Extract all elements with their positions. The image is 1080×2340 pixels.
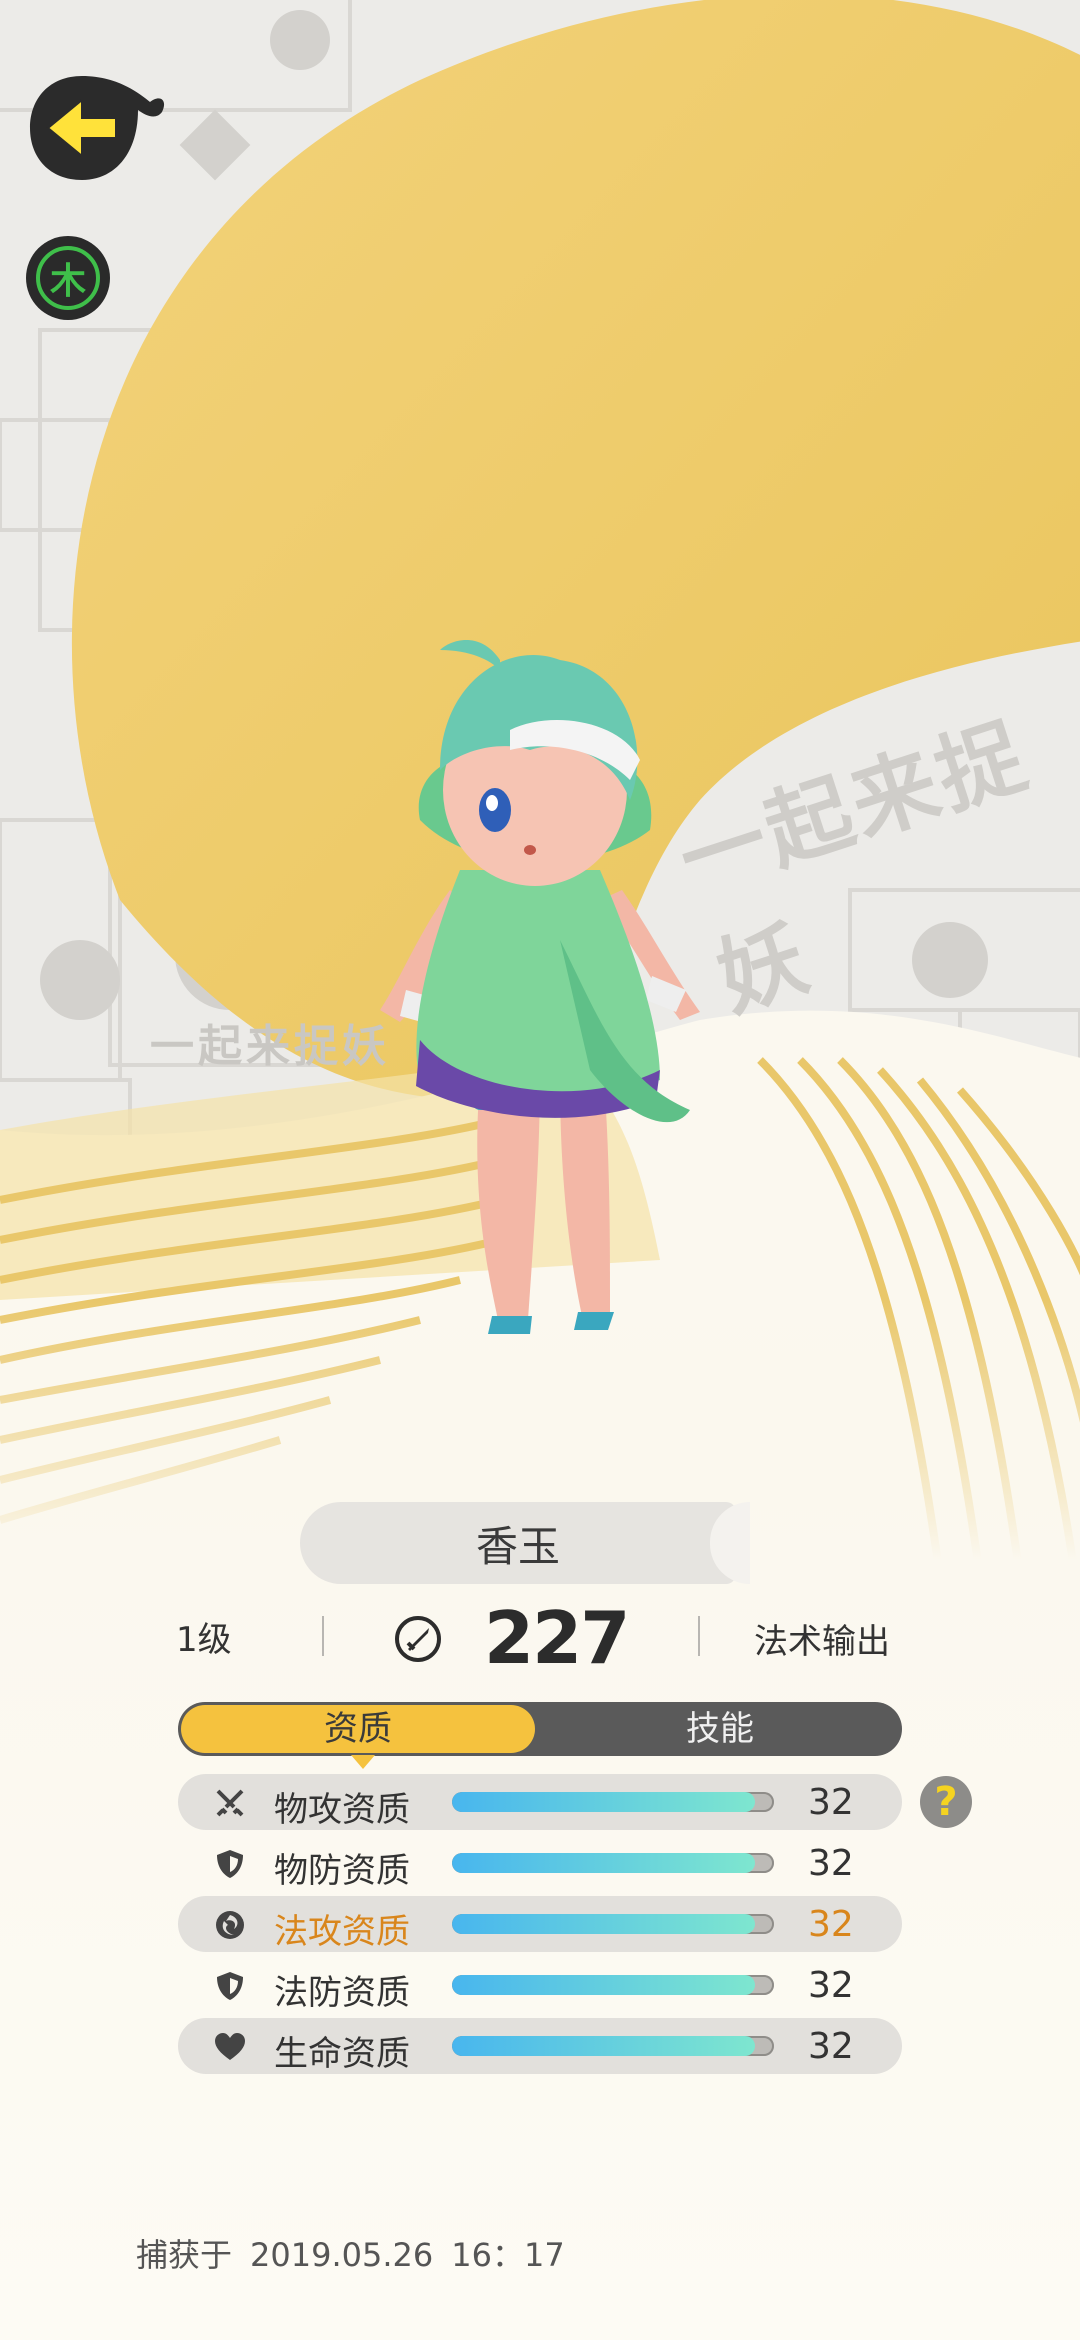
aptitude-list: 物攻资质 32 物防资质 32 法攻资质 32 法防资质 32 生命资质 32 [178, 1774, 902, 2079]
help-question-icon[interactable]: ? [920, 1776, 972, 1828]
aptitude-value: 32 [808, 1782, 854, 1823]
aptitude-bar [452, 1853, 774, 1873]
swords-icon [216, 1789, 244, 1817]
aptitude-bar [452, 1914, 774, 1934]
watermark-text: 一起来捉妖 [150, 1021, 390, 1072]
aptitude-bar [452, 2036, 774, 2056]
shield-icon [217, 1972, 243, 2000]
pet-character [380, 640, 700, 1334]
aptitude-value: 32 [808, 1965, 854, 2006]
wood-element-icon: 木 [36, 246, 100, 310]
aptitude-row: 物防资质 32 [178, 1835, 902, 1891]
aptitude-row: 法防资质 32 [178, 1957, 902, 2013]
pet-level: 1级 [176, 1620, 232, 1660]
capture-info: 捕获于 2019.05.26 16：17 [136, 2230, 583, 2276]
aptitude-value: 32 [808, 1904, 854, 1945]
aptitude-label: 物防资质 [274, 1851, 410, 1891]
tab-skills[interactable]: 技能 [538, 1702, 902, 1756]
aptitude-value: 32 [808, 1843, 854, 1884]
shield-icon [217, 1850, 243, 1878]
heart-icon [215, 2033, 245, 2060]
combat-power-icon [395, 1616, 441, 1662]
pet-role: 法术输出 [754, 1622, 890, 1662]
aptitude-bar [452, 1792, 774, 1812]
aptitude-row: 法攻资质 32 [178, 1896, 902, 1952]
magic-orb-icon [216, 1911, 244, 1939]
pet-stat-row: 1级 227 法术输出 [0, 1596, 1080, 1680]
aptitude-label: 法防资质 [274, 1973, 410, 2013]
aptitude-label: 生命资质 [274, 2034, 410, 2074]
aptitude-label: 物攻资质 [274, 1790, 410, 1830]
tab-bar: 资质 技能 [178, 1702, 902, 1769]
divider [698, 1616, 700, 1656]
combat-power-value: 227 [484, 1596, 630, 1680]
back-button[interactable] [26, 72, 168, 184]
divider [322, 1616, 324, 1656]
tab-aptitude[interactable]: 资质 [181, 1705, 535, 1769]
capture-date: 2019.05.26 [250, 2236, 434, 2274]
aptitude-bar [452, 1975, 774, 1995]
aptitude-label: 法攻资质 [274, 1912, 410, 1952]
element-badge: 木 [26, 236, 110, 320]
aptitude-row: 物攻资质 32 [178, 1774, 902, 1830]
aptitude-value: 32 [808, 2026, 854, 2067]
capture-time: 16：17 [451, 2236, 565, 2274]
pet-name: 香玉 [475, 1521, 560, 1571]
pet-name-plate: 香玉 [300, 1502, 750, 1584]
aptitude-row: 生命资质 32 [178, 2018, 902, 2074]
capture-label: 捕获于 [136, 2236, 233, 2274]
